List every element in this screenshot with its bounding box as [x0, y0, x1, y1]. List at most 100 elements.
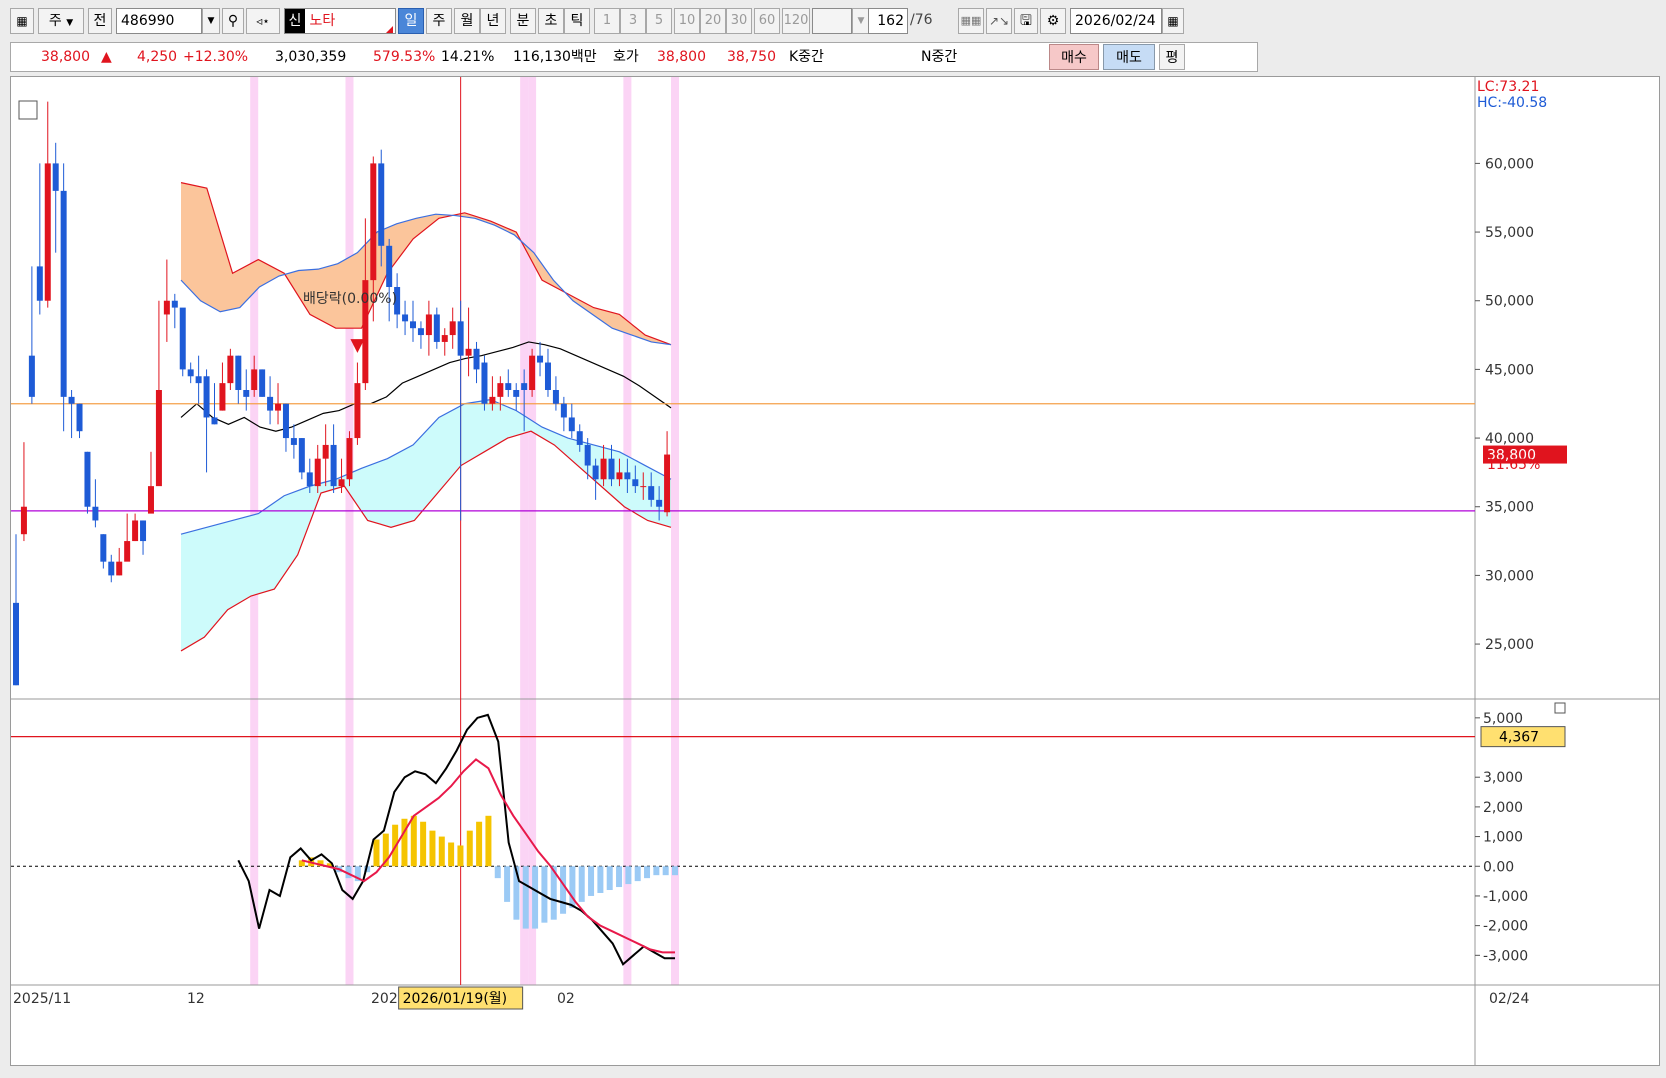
candle-body-8	[76, 403, 83, 432]
code-dropdown-button[interactable]: ▼	[202, 8, 220, 34]
chevron-down-icon: ▼	[66, 18, 74, 28]
macd-hist-bar-14	[429, 830, 436, 867]
minute-button-30[interactable]: 30	[726, 8, 752, 34]
macd-y-tick-label-3: 1,000	[1483, 830, 1523, 846]
period-button-3[interactable]: 년	[480, 8, 506, 34]
chart-menu-icon[interactable]: ▦	[10, 8, 34, 34]
minute-button-1[interactable]: 1	[594, 8, 620, 34]
stock-code-input[interactable]: 486990	[116, 8, 202, 34]
minute-button-120[interactable]: 120	[782, 8, 810, 34]
count-value: 162	[877, 13, 904, 29]
sell-button[interactable]: 매도	[1103, 44, 1155, 70]
sound-button[interactable]: ◃⋆	[246, 8, 280, 34]
macd-hist-bar-38	[653, 866, 660, 876]
candle-body-32	[267, 396, 274, 411]
grid-icon: ▦▦	[960, 14, 982, 27]
period-button-0[interactable]: 일	[398, 8, 424, 34]
macd-hist-bar-36	[634, 866, 641, 882]
market-mode-button[interactable]: 전	[88, 8, 112, 34]
candle-body-78	[632, 479, 639, 487]
candle-body-5	[52, 163, 59, 191]
blank-select[interactable]	[812, 8, 852, 34]
candle-body-52	[425, 314, 432, 336]
candle-body-33	[275, 403, 282, 411]
macd-hist-bar-15	[438, 836, 445, 867]
market-type-select[interactable]: 주 ▼	[38, 8, 84, 34]
candle-body-49	[402, 314, 409, 322]
date-input[interactable]: 2026/02/24	[1070, 8, 1162, 34]
stock-chart[interactable]: 25,000 30,000 35,000 40,000 45,000 50,000 55,0…	[11, 77, 1659, 1065]
chart-area[interactable]: 25,000 30,000 35,000 40,000 45,000 50,000 55,0…	[10, 76, 1660, 1066]
buy-button[interactable]: 매수	[1049, 44, 1099, 70]
price-change: 4,250	[137, 49, 178, 65]
minute-button-3[interactable]: 3	[620, 8, 646, 34]
candle-body-13	[116, 561, 123, 576]
red-corner-marker	[386, 26, 393, 33]
minute-button-20[interactable]: 20	[700, 8, 726, 34]
candle-body-68	[552, 390, 559, 404]
macd-line	[237, 713, 676, 966]
chevron-down-icon: ▼	[207, 16, 215, 26]
chart-option-button-1[interactable]: ▦▦	[958, 8, 984, 34]
candle-body-64	[521, 383, 528, 390]
y-tick-label-6: 55,000	[1485, 225, 1534, 241]
hc-label: HC:-40.58	[1477, 95, 1547, 111]
period-button-6[interactable]: 틱	[564, 8, 590, 34]
highlight-bar-1	[345, 77, 354, 985]
save-button[interactable]: 🖫	[1014, 8, 1038, 34]
candle-body-28	[235, 355, 242, 390]
candle-body-3	[36, 266, 43, 301]
candle-body-51	[417, 328, 424, 336]
macd-hist-bar-12	[410, 815, 417, 867]
y-tick-label-1: 30,000	[1485, 568, 1534, 584]
candle-body-23	[195, 376, 202, 384]
minute-button-60[interactable]: 60	[754, 8, 780, 34]
candle-body-74	[600, 458, 607, 480]
minute-button-5[interactable]: 5	[646, 8, 672, 34]
stock-name: 노타	[309, 13, 336, 29]
candle-body-46	[378, 163, 385, 246]
candle-body-58	[473, 348, 480, 370]
x-tick-label-4: 02/24	[1489, 991, 1529, 1007]
period-button-5[interactable]: 초	[538, 8, 564, 34]
chart-option-button-2[interactable]: ↗↘	[986, 8, 1012, 34]
macd-hist-bar-34	[616, 866, 623, 888]
candle-body-37	[306, 472, 313, 487]
period-button-2[interactable]: 월	[454, 8, 480, 34]
period-button-4[interactable]: 분	[510, 8, 536, 34]
candle-body-79	[640, 486, 647, 488]
count-input[interactable]: 162	[868, 8, 908, 34]
candle-body-26	[219, 383, 226, 411]
candle-body-65	[529, 355, 536, 390]
minute-button-10[interactable]: 10	[674, 8, 700, 34]
candle-body-1	[20, 506, 27, 535]
indicator-settings-icon[interactable]	[18, 100, 38, 120]
candle-body-35	[290, 438, 297, 445]
settings-button[interactable]: ⚙	[1040, 8, 1066, 34]
macd-hist-bar-30	[578, 866, 585, 902]
candle-body-43	[354, 383, 361, 439]
candle-body-11	[100, 534, 107, 562]
calendar-button[interactable]: ▦	[1162, 8, 1184, 34]
macd-hist-bar-11	[401, 818, 408, 867]
candle-body-2	[28, 355, 35, 397]
candle-body-21	[179, 307, 186, 370]
candle-body-76	[616, 472, 623, 480]
period-button-1[interactable]: 주	[426, 8, 452, 34]
candle-body-14	[124, 541, 131, 562]
eval-button[interactable]: 평	[1159, 44, 1185, 70]
stock-name-field[interactable]: 신 노타	[284, 8, 396, 34]
macd-y-tick-label-7: -3,000	[1483, 948, 1528, 964]
candle-body-69	[560, 403, 567, 418]
candle-body-71	[576, 431, 583, 445]
macd-hist-bar-17	[457, 845, 464, 867]
quote-bar: 38,800 ▲ 4,250 +12.30% 3,030,359 579.53%…	[10, 42, 1258, 72]
macd-hist-bar-40	[672, 866, 679, 876]
candle-body-57	[465, 348, 472, 356]
search-button[interactable]: ⚲	[222, 8, 244, 34]
macd-y-tick-label-5: -1,000	[1483, 889, 1528, 905]
candle-body-77	[624, 472, 631, 480]
candle-body-82	[664, 454, 671, 513]
hoga-label: 호가	[613, 49, 639, 65]
candle-body-29	[243, 390, 250, 397]
